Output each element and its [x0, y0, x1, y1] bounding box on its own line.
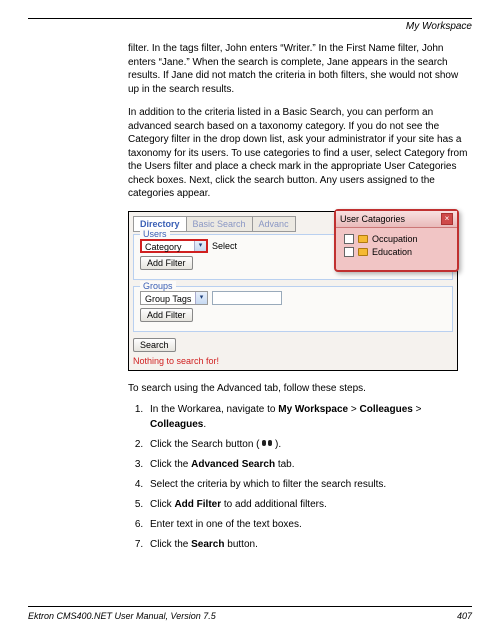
- steps-intro: To search using the Advanced tab, follow…: [128, 383, 472, 394]
- paragraph-2: In addition to the criteria listed in a …: [128, 106, 472, 201]
- footer-title: Ektron CMS400.NET User Manual, Version 7…: [28, 611, 216, 621]
- chevron-down-icon: ▾: [194, 241, 206, 251]
- chevron-down-icon: ▾: [195, 292, 207, 304]
- step-2: Click the Search button ( ).: [146, 437, 472, 452]
- search-button[interactable]: Search: [133, 338, 176, 352]
- checkbox-icon[interactable]: [344, 247, 354, 257]
- groups-fieldset: Groups Group Tags ▾ Add Filter: [133, 286, 453, 332]
- folder-icon: [358, 235, 368, 243]
- user-categories-popup: User Catagories × Occupation Education: [334, 209, 459, 272]
- folder-icon: [358, 248, 368, 256]
- users-filter-select[interactable]: Category ▾: [140, 239, 208, 253]
- step-1: In the Workarea, navigate to My Workspac…: [146, 402, 472, 432]
- groups-filter-select[interactable]: Group Tags ▾: [140, 291, 208, 305]
- category-label: Occupation: [372, 234, 418, 244]
- category-label: Education: [372, 247, 412, 257]
- embedded-screenshot: Directory Basic Search Advanc Users Cate…: [128, 211, 458, 371]
- users-add-filter-button[interactable]: Add Filter: [140, 256, 193, 270]
- category-item-education[interactable]: Education: [344, 247, 451, 257]
- tab-basic-search[interactable]: Basic Search: [186, 216, 253, 232]
- step-3: Click the Advanced Search tab.: [146, 457, 472, 472]
- step-4: Select the criteria by which to filter t…: [146, 477, 472, 492]
- groups-filter-input[interactable]: [212, 291, 282, 305]
- binoculars-icon: [262, 439, 272, 447]
- groups-legend: Groups: [140, 281, 176, 291]
- steps-list: In the Workarea, navigate to My Workspac…: [146, 402, 472, 552]
- groups-filter-value: Group Tags: [145, 294, 191, 304]
- tab-advanced-search[interactable]: Advanc: [252, 216, 296, 232]
- step-5: Click Add Filter to add additional filte…: [146, 497, 472, 512]
- paragraph-1: filter. In the tags filter, John enters …: [128, 42, 472, 96]
- users-legend: Users: [140, 229, 170, 239]
- step-7: Click the Search button.: [146, 537, 472, 552]
- page-header-title: My Workspace: [28, 21, 472, 32]
- close-icon[interactable]: ×: [441, 213, 453, 225]
- popup-title: User Catagories: [340, 214, 405, 224]
- checkbox-icon[interactable]: [344, 234, 354, 244]
- page-number: 407: [457, 611, 472, 621]
- users-select-label: Select: [212, 241, 237, 251]
- groups-add-filter-button[interactable]: Add Filter: [140, 308, 193, 322]
- users-filter-value: Category: [145, 242, 182, 252]
- step-6: Enter text in one of the text boxes.: [146, 517, 472, 532]
- category-item-occupation[interactable]: Occupation: [344, 234, 451, 244]
- status-message: Nothing to search for!: [133, 356, 453, 366]
